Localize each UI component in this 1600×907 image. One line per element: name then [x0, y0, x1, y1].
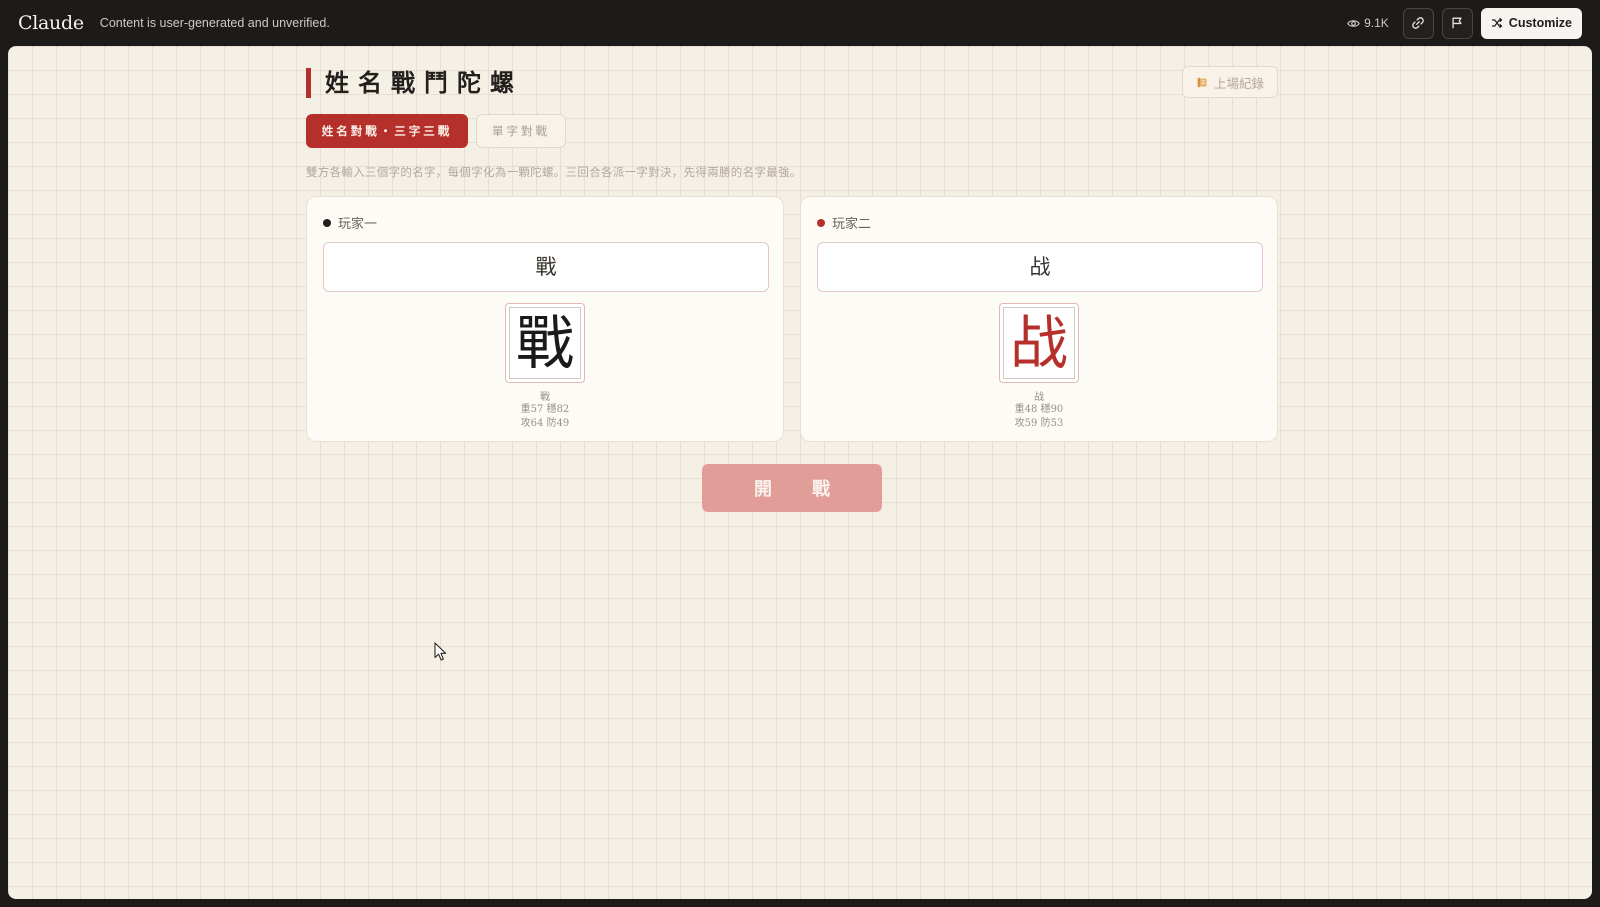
content-notice: Content is user-generated and unverified…	[99, 16, 330, 30]
top-bar: Claude Content is user-generated and unv…	[0, 0, 1600, 46]
player-one-panel: 玩家一 戰 戰 戰 重57 穩82 攻64 防49	[306, 196, 784, 442]
player-one-top-card: 戰 戰 重57 穩82 攻64 防49	[505, 303, 585, 431]
top-glyph-frame: 戰	[505, 303, 585, 383]
top-glyph: 战	[1003, 307, 1075, 379]
fight-row: 開戰	[306, 464, 1278, 512]
view-count: 9.1K	[1347, 16, 1389, 30]
scroll-icon	[1197, 77, 1207, 87]
tab-name-battle[interactable]: 姓名對戰・三字三戰	[306, 114, 468, 148]
customize-label: Customize	[1508, 16, 1572, 30]
player-two-panel: 玩家二 战 战 战 重48 穩90 攻59 防53	[800, 196, 1278, 442]
history-button[interactable]: 上場紀錄	[1181, 66, 1278, 98]
top-stat-weight: 重48 穩90	[1014, 404, 1064, 415]
player-one-label: 玩家一	[323, 213, 767, 232]
top-glyph: 戰	[509, 307, 581, 379]
customize-button[interactable]: Customize	[1480, 7, 1582, 39]
report-button[interactable]	[1441, 7, 1473, 39]
player-two-input[interactable]: 战	[817, 242, 1263, 292]
top-char: 戰	[540, 392, 550, 403]
top-stat-attack: 攻64 防49	[520, 418, 570, 429]
page-title: 姓名戰鬥陀螺	[306, 68, 523, 98]
cursor-icon	[434, 642, 447, 661]
top-glyph-frame: 战	[999, 303, 1079, 383]
history-label: 上場紀錄	[1213, 76, 1264, 91]
mode-tabs: 姓名對戰・三字三戰 單字對戰	[306, 114, 1278, 148]
player-two-name: 玩家二	[832, 217, 872, 232]
player-one-input[interactable]: 戰	[323, 242, 769, 292]
brand-logo[interactable]: Claude	[18, 12, 84, 34]
player-two-label: 玩家二	[817, 213, 1261, 232]
top-stat-weight: 重57 穩82	[520, 404, 570, 415]
link-icon	[1412, 17, 1425, 29]
player-panels: 玩家一 戰 戰 戰 重57 穩82 攻64 防49 玩家二 战 战 战 重48 …	[306, 196, 1278, 442]
player-one-name: 玩家一	[338, 217, 378, 232]
player-two-dot	[817, 218, 825, 227]
top-stat-attack: 攻59 防53	[1014, 418, 1064, 429]
flag-icon	[1452, 17, 1462, 29]
player-one-dot	[323, 218, 331, 227]
eye-icon	[1347, 19, 1360, 27]
app-canvas: 姓名戰鬥陀螺 上場紀錄 姓名對戰・三字三戰 單字對戰 雙方各輸入三個字的名字，每…	[8, 46, 1592, 899]
view-count-value: 9.1K	[1364, 16, 1389, 30]
top-char: 战	[1034, 392, 1044, 403]
player-two-top-card: 战 战 重48 穩90 攻59 防53	[999, 303, 1079, 431]
mode-description: 雙方各輸入三個字的名字，每個字化為一顆陀螺。三回合各派一字對決，先得兩勝的名字最…	[306, 167, 802, 179]
title-row: 姓名戰鬥陀螺 上場紀錄	[306, 66, 1278, 100]
copy-link-button[interactable]	[1402, 7, 1434, 39]
top-actions: 9.1K Customize	[1347, 7, 1582, 39]
start-battle-button[interactable]: 開戰	[702, 464, 882, 512]
shuffle-icon	[1491, 17, 1503, 29]
app-content: 姓名戰鬥陀螺 上場紀錄 姓名對戰・三字三戰 單字對戰 雙方各輸入三個字的名字，每…	[306, 66, 1278, 512]
tab-single-battle[interactable]: 單字對戰	[476, 114, 566, 148]
